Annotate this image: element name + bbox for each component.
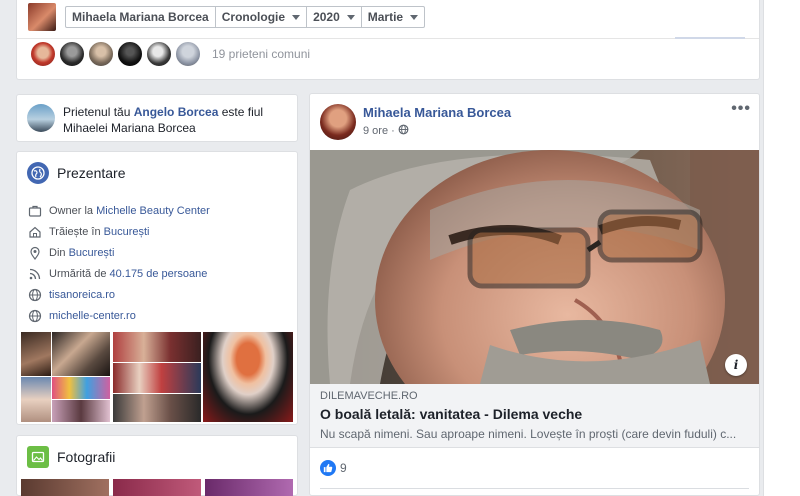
breadcrumb-year-dropdown[interactable]: 2020 bbox=[307, 7, 362, 27]
meta-separator: · bbox=[391, 125, 395, 137]
globe-icon bbox=[27, 308, 43, 324]
mutual-friends-count[interactable]: 19 prieteni comuni bbox=[212, 47, 310, 61]
feed-icon bbox=[27, 266, 43, 282]
featured-photo[interactable] bbox=[203, 332, 293, 422]
location-pin-icon bbox=[27, 245, 43, 261]
featured-photo[interactable] bbox=[52, 400, 110, 422]
photo-icon bbox=[27, 446, 49, 468]
post-author-avatar[interactable] bbox=[320, 104, 356, 140]
chevron-down-icon bbox=[292, 14, 301, 20]
globe-icon bbox=[27, 162, 49, 184]
post-author-name[interactable]: Mihaela Mariana Borcea bbox=[363, 105, 511, 120]
chevron-down-icon bbox=[346, 14, 355, 20]
breadcrumb-section-dropdown[interactable]: Cronologie bbox=[216, 7, 308, 27]
intro-item-website: michelle-center.ro bbox=[27, 305, 297, 326]
breadcrumb: Mihaela Mariana Borcea Cronologie 2020 M… bbox=[65, 6, 426, 28]
post-divider bbox=[320, 488, 749, 489]
intro-item-website: tisanoreica.ro bbox=[27, 284, 297, 305]
header-divider bbox=[17, 38, 759, 39]
hometown-link[interactable]: București bbox=[69, 247, 115, 259]
featured-photo[interactable] bbox=[52, 332, 110, 376]
intro-item-from: Din București bbox=[27, 242, 297, 263]
post-reactions[interactable]: 9 bbox=[320, 460, 347, 476]
photos-header: Fotografii bbox=[27, 446, 115, 468]
like-icon bbox=[320, 460, 336, 476]
featured-photo[interactable] bbox=[52, 377, 110, 399]
intro-item-work: Owner la Michelle Beauty Center bbox=[27, 200, 297, 221]
right-column bbox=[763, 0, 800, 496]
featured-photos bbox=[21, 332, 293, 422]
post-timestamp[interactable]: 9 ore bbox=[363, 125, 388, 137]
featured-photo[interactable] bbox=[113, 394, 201, 422]
friend-avatar[interactable] bbox=[145, 40, 173, 68]
intro-item-lives: Trăiește în București bbox=[27, 221, 297, 242]
friend-avatar[interactable] bbox=[29, 40, 57, 68]
globe-icon[interactable] bbox=[398, 124, 409, 138]
mutual-friends-avatars bbox=[29, 40, 203, 68]
intro-card: Prezentare Owner la Michelle Beauty Cent… bbox=[16, 151, 298, 425]
breadcrumb-profile-name[interactable]: Mihaela Mariana Borcea bbox=[66, 7, 216, 27]
website-link[interactable]: michelle-center.ro bbox=[49, 310, 136, 322]
current-city-link[interactable]: București bbox=[104, 226, 150, 238]
photos-strip bbox=[21, 479, 293, 496]
featured-photo[interactable] bbox=[21, 377, 51, 422]
friend-avatar[interactable] bbox=[27, 104, 55, 132]
intro-title: Prezentare bbox=[57, 165, 126, 181]
featured-photo[interactable] bbox=[113, 363, 201, 393]
followers-link[interactable]: 40.175 de persoane bbox=[110, 268, 208, 280]
friend-avatar[interactable] bbox=[87, 40, 115, 68]
friend-avatar[interactable] bbox=[116, 40, 144, 68]
intro-item-followers: Urmărită de 40.175 de persoane bbox=[27, 263, 297, 284]
photos-title[interactable]: Fotografii bbox=[57, 449, 115, 465]
post-card: Mihaela Mariana Borcea 9 ore · ••• i DIL… bbox=[309, 93, 760, 496]
website-link[interactable]: tisanoreica.ro bbox=[49, 289, 115, 301]
friend-relationship-card: Prietenul tău Angelo Borcea este fiul Mi… bbox=[16, 94, 298, 142]
friend-relationship-text: Prietenul tău Angelo Borcea este fiul Mi… bbox=[63, 105, 264, 135]
link-description: Nu scapă nimeni. Sau aproape nimeni. Lov… bbox=[320, 427, 737, 441]
link-preview-image[interactable]: i bbox=[310, 150, 759, 384]
timeline-header: Mihaela Mariana Borcea Cronologie 2020 M… bbox=[16, 0, 760, 80]
intro-list: Owner la Michelle Beauty Center Trăiește… bbox=[27, 200, 297, 326]
portrait-photo bbox=[310, 150, 759, 384]
home-icon bbox=[27, 224, 43, 240]
link-domain: DILEMAVECHE.RO bbox=[320, 390, 418, 402]
info-button[interactable]: i bbox=[725, 354, 747, 376]
link-title[interactable]: O boală letală: vanitatea - Dilema veche bbox=[320, 406, 749, 422]
breadcrumb-month-dropdown[interactable]: Martie bbox=[362, 7, 424, 27]
workplace-link[interactable]: Michelle Beauty Center bbox=[96, 205, 210, 217]
briefcase-icon bbox=[27, 203, 43, 219]
featured-photo[interactable] bbox=[113, 332, 201, 362]
chevron-down-icon bbox=[410, 14, 419, 20]
friend-avatar[interactable] bbox=[174, 40, 202, 68]
like-count[interactable]: 9 bbox=[340, 461, 347, 475]
friend-name-link[interactable]: Angelo Borcea bbox=[134, 105, 219, 119]
photo-thumbnail[interactable] bbox=[21, 479, 109, 496]
photos-card: Fotografii bbox=[16, 435, 298, 496]
post-options-button[interactable]: ••• bbox=[731, 100, 751, 118]
intro-header: Prezentare bbox=[27, 162, 125, 184]
featured-photo[interactable] bbox=[21, 332, 51, 376]
photo-thumbnail[interactable] bbox=[205, 479, 293, 496]
post-meta: 9 ore · bbox=[363, 124, 409, 138]
photo-thumbnail[interactable] bbox=[113, 479, 201, 496]
header-accent-line bbox=[675, 37, 745, 39]
link-preview[interactable]: DILEMAVECHE.RO O boală letală: vanitatea… bbox=[310, 384, 759, 448]
profile-avatar-small[interactable] bbox=[28, 3, 56, 31]
globe-icon bbox=[27, 287, 43, 303]
friend-avatar[interactable] bbox=[58, 40, 86, 68]
